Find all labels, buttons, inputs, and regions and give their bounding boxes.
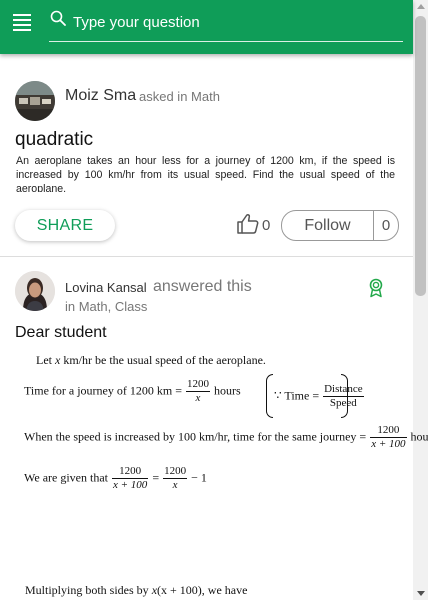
- asker-avatar[interactable]: [15, 81, 55, 121]
- scrollbar[interactable]: [413, 0, 428, 600]
- scroll-down-arrow[interactable]: [417, 591, 425, 596]
- like-count: 0: [262, 217, 271, 234]
- solution-line-3: When the speed is increased by 100 km/hr…: [24, 424, 428, 450]
- follow-count: 0: [381, 217, 391, 234]
- answer-meta: in Math, Class: [65, 299, 148, 314]
- scroll-up-arrow[interactable]: [417, 4, 425, 9]
- solution-line-1: Let x km/hr be the usual speed of the ae…: [36, 353, 266, 367]
- top-app-bar: [0, 0, 413, 54]
- follow-button[interactable]: Follow 0: [281, 210, 399, 241]
- solution-line-5: Multiplying both sides by x(x + 100), we…: [25, 583, 248, 597]
- asker-meta: asked in Math: [139, 89, 220, 104]
- question-body: An aeroplane takes an hour less for a jo…: [16, 155, 395, 192]
- section-divider: [0, 256, 413, 257]
- share-button[interactable]: SHARE: [15, 210, 115, 241]
- scroll-thumb[interactable]: [415, 16, 426, 296]
- follow-label[interactable]: Follow: [282, 211, 373, 240]
- award-ribbon-icon: [369, 278, 383, 298]
- answerer-name[interactable]: Lovina Kansal: [65, 280, 147, 295]
- menu-icon[interactable]: [13, 14, 31, 31]
- thumbs-up-icon[interactable]: [236, 213, 260, 235]
- solution-line-2: Time for a journey of 1200 km = 1200 x ho…: [24, 378, 241, 404]
- question-title: quadratic: [15, 129, 94, 150]
- time-formula-note: ∵ Time = Distance Speed: [266, 374, 364, 418]
- answer-greeting: Dear student: [15, 324, 107, 341]
- search-icon: [50, 10, 66, 26]
- answerer-avatar[interactable]: [15, 271, 55, 311]
- answer-action: answered this: [153, 278, 252, 295]
- asker-name[interactable]: Moiz Sma: [65, 87, 136, 105]
- solution-line-4: We are given that 1200 x + 100 = 1200 x − …: [24, 465, 207, 491]
- search-input[interactable]: [49, 4, 403, 42]
